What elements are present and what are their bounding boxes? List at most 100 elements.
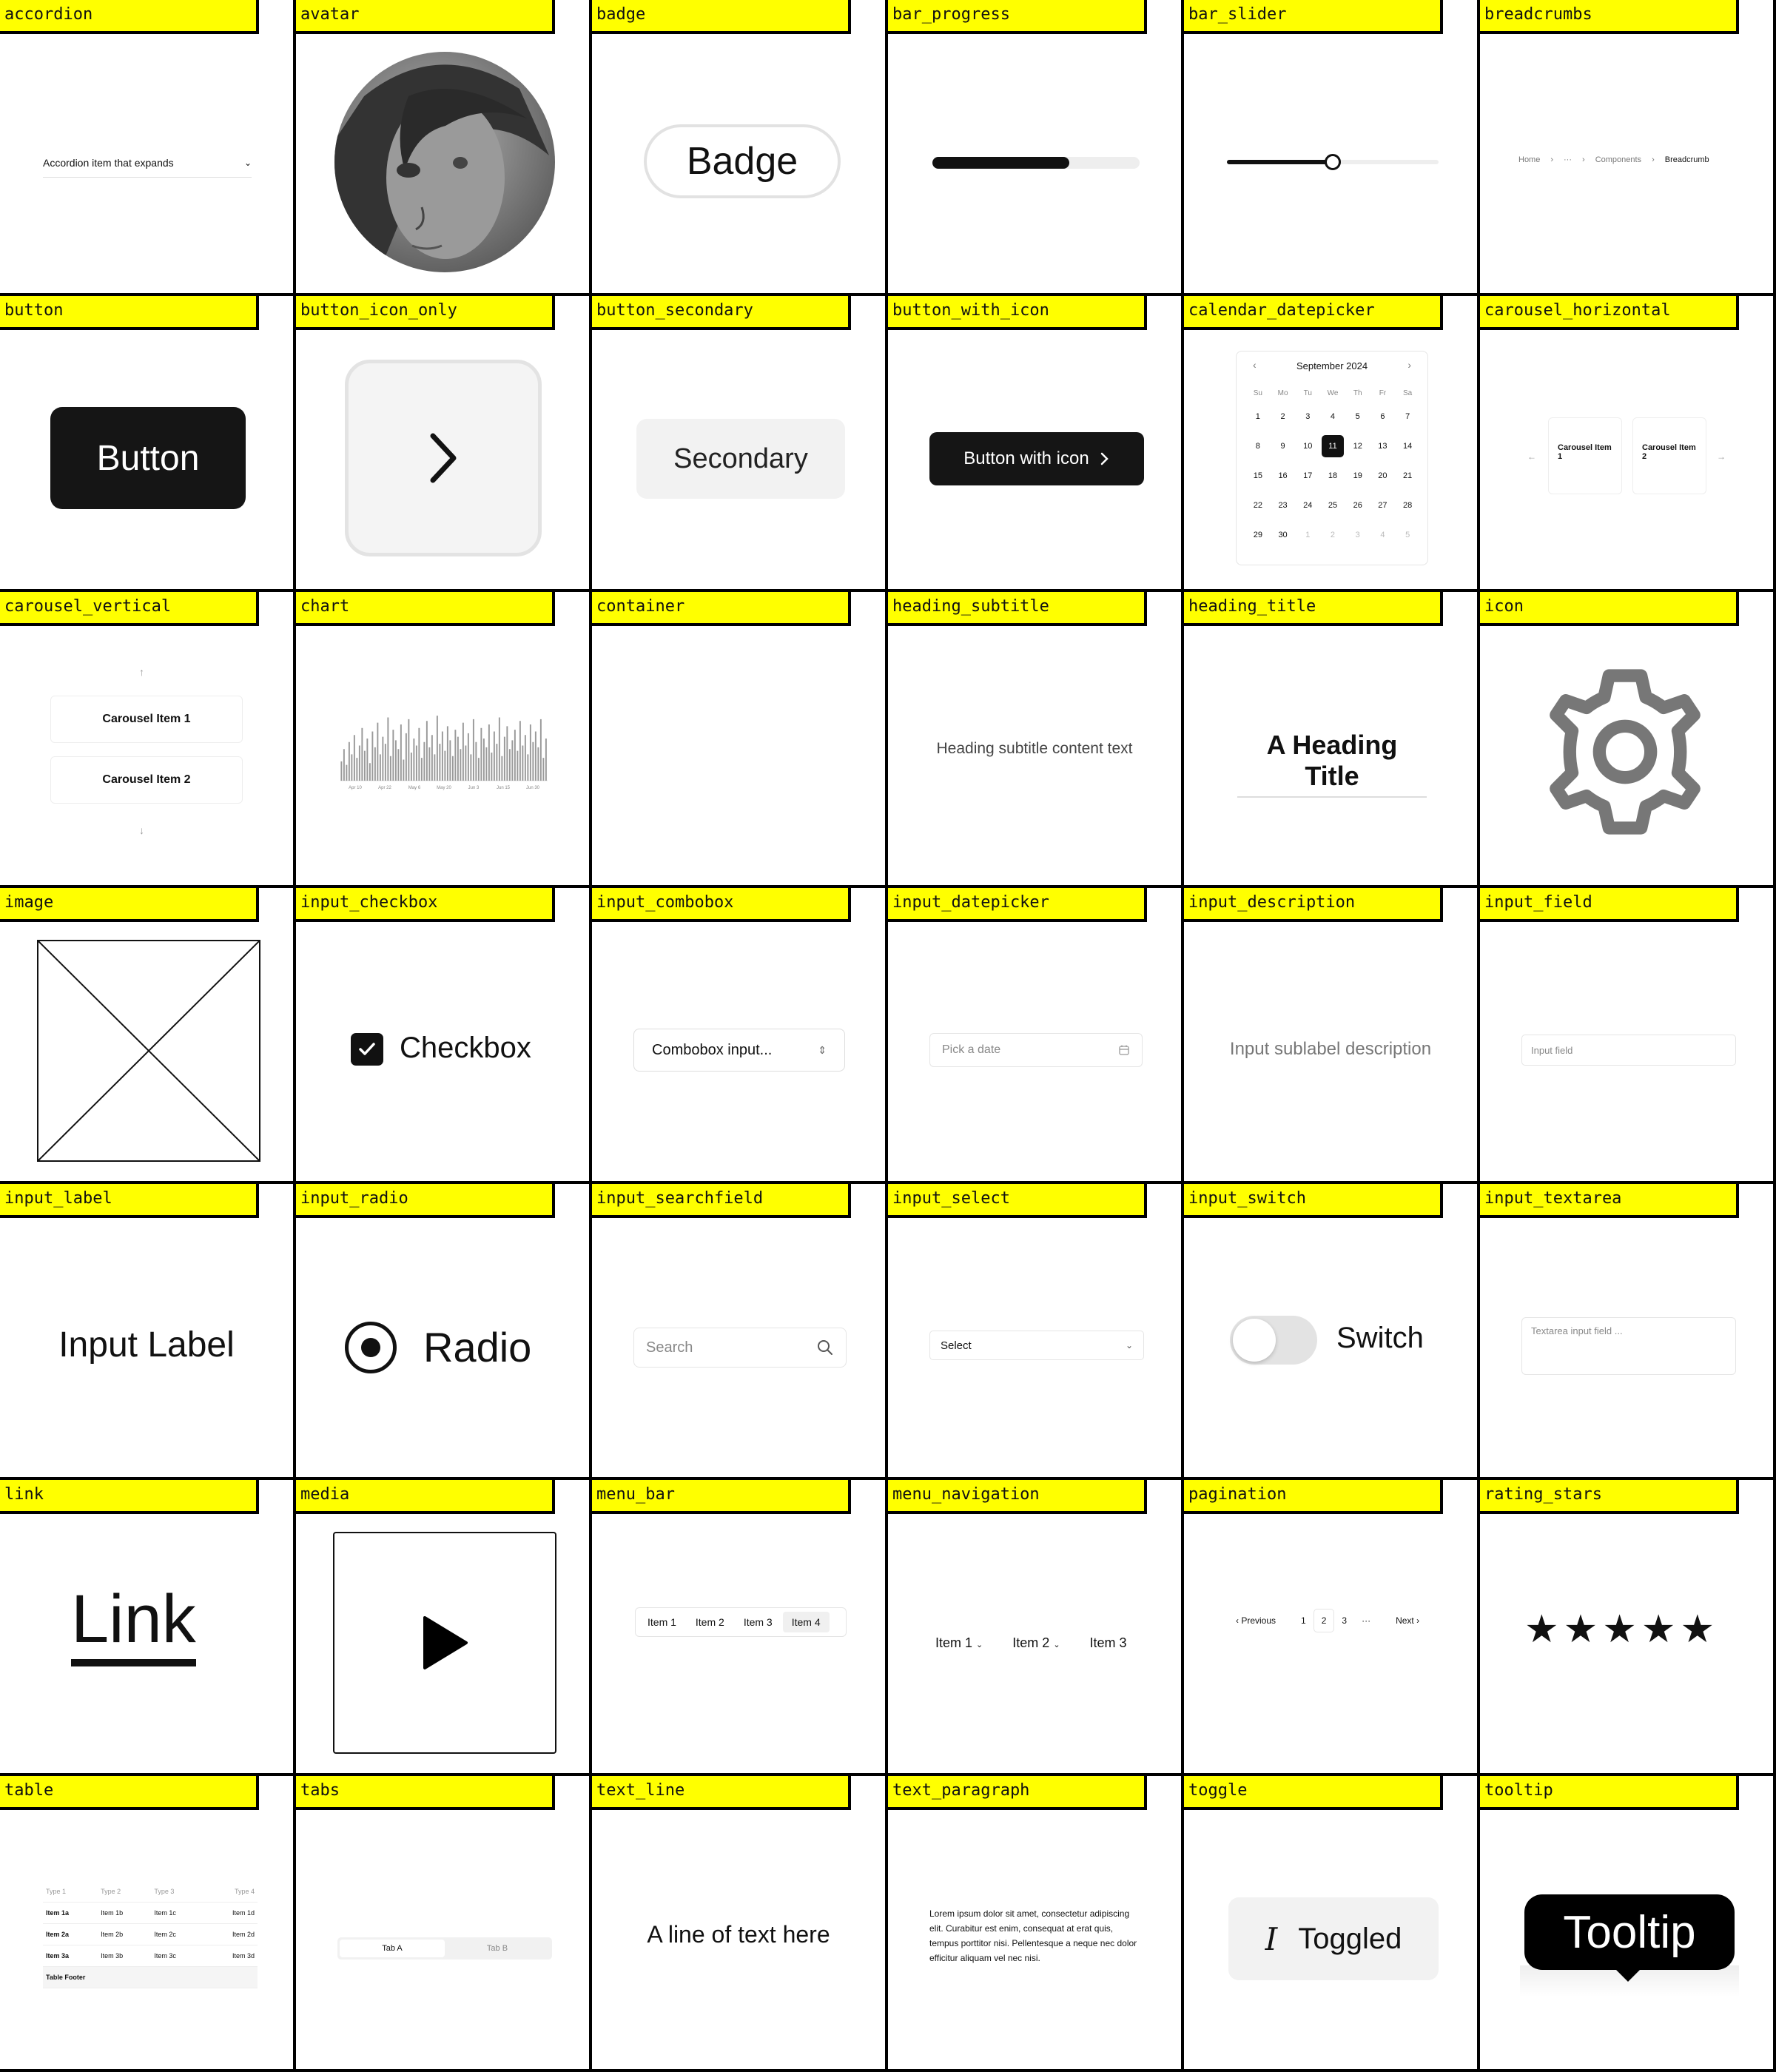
text-input[interactable]: Input field [1521, 1035, 1736, 1066]
calendar-day[interactable]: 25 [1320, 491, 1345, 520]
radio-button[interactable] [345, 1322, 397, 1373]
calendar-day[interactable]: 16 [1271, 461, 1296, 491]
calendar-day[interactable]: 20 [1370, 461, 1396, 491]
breadcrumb-ellipsis[interactable]: ··· [1564, 155, 1572, 164]
calendar-day[interactable]: 18 [1320, 461, 1345, 491]
page-link[interactable]: 3 [1334, 1610, 1354, 1632]
calendar-day[interactable]: 10 [1295, 431, 1320, 461]
calendar-day-outside[interactable]: 1 [1295, 520, 1320, 550]
avatar[interactable] [334, 52, 555, 272]
calendar-day[interactable]: 2 [1271, 402, 1296, 431]
chart-bar [348, 741, 350, 781]
calendar-day-selected[interactable]: 11 [1320, 431, 1345, 461]
calendar-day[interactable]: 5 [1345, 402, 1370, 431]
arrow-up-icon[interactable]: ↑ [139, 666, 144, 678]
nav-item[interactable]: Item 3 [1090, 1635, 1127, 1651]
accordion-item[interactable]: Accordion item that expands ⌄ [43, 148, 252, 178]
calendar-day[interactable]: 26 [1345, 491, 1370, 520]
calendar-day[interactable]: 24 [1295, 491, 1320, 520]
calendar-day[interactable]: 15 [1245, 461, 1271, 491]
menu-bar-item[interactable]: Item 3 [735, 1612, 781, 1632]
menu-bar-item[interactable]: Item 2 [687, 1612, 733, 1632]
primary-button[interactable]: Button [50, 407, 246, 509]
calendar-day-outside[interactable]: 2 [1320, 520, 1345, 550]
arrow-down-icon[interactable]: ↓ [139, 824, 144, 836]
menu-bar-item[interactable]: Item 1 [639, 1612, 685, 1632]
calendar-day[interactable]: 22 [1245, 491, 1271, 520]
calendar-day-outside[interactable]: 4 [1370, 520, 1396, 550]
slider-handle[interactable] [1325, 154, 1341, 170]
menu-bar-item-active[interactable]: Item 4 [782, 1612, 830, 1632]
calendar-day[interactable]: 6 [1370, 402, 1396, 431]
calendar-day[interactable]: 7 [1395, 402, 1420, 431]
page-link[interactable]: 1 [1294, 1610, 1314, 1632]
tab-b[interactable]: Tab B [445, 1940, 550, 1957]
carousel-item[interactable]: Carousel Item 2 [1632, 417, 1706, 494]
calendar-day[interactable]: 9 [1271, 431, 1296, 461]
play-icon[interactable] [419, 1613, 471, 1672]
calendar-day[interactable]: 3 [1295, 402, 1320, 431]
star-icon[interactable]: ★ [1602, 1608, 1641, 1651]
calendar-day[interactable]: 23 [1271, 491, 1296, 520]
chevron-right-icon[interactable]: › [1407, 359, 1411, 371]
table-cell: Item 3b [98, 1945, 152, 1967]
switch[interactable] [1230, 1316, 1317, 1365]
table-cell: Item 2c [151, 1923, 204, 1945]
calendar-day[interactable]: 8 [1245, 431, 1271, 461]
calendar-day[interactable]: 27 [1370, 491, 1396, 520]
calendar-day[interactable]: 30 [1271, 520, 1296, 550]
cell-tag: input_checkbox [296, 888, 555, 922]
calendar-day[interactable]: 14 [1395, 431, 1420, 461]
nav-item[interactable]: Item 1 ⌄ [935, 1635, 983, 1651]
cell-tag: bar_slider [1184, 0, 1443, 34]
breadcrumb-home[interactable]: Home [1518, 155, 1540, 164]
star-icon[interactable]: ★ [1641, 1608, 1681, 1651]
nav-item[interactable]: Item 2 ⌄ [1012, 1635, 1060, 1651]
combobox[interactable]: Combobox input... ⇕ [633, 1029, 845, 1072]
cell-tag: pagination [1184, 1480, 1443, 1514]
star-icon[interactable]: ★ [1524, 1608, 1564, 1651]
chart-bar [449, 740, 451, 781]
link[interactable]: Link [71, 1584, 196, 1666]
arrow-right-icon[interactable]: → [1717, 451, 1726, 462]
star-icon[interactable]: ★ [1681, 1608, 1720, 1651]
star-rating[interactable]: ★★★★★ [1524, 1607, 1719, 1652]
pagination-next[interactable]: Next › [1388, 1610, 1427, 1632]
calendar-day[interactable]: 12 [1345, 431, 1370, 461]
cell-tag: input_combobox [592, 888, 851, 922]
page-link-current[interactable]: 2 [1313, 1609, 1335, 1632]
calendar-day[interactable]: 17 [1295, 461, 1320, 491]
calendar-day[interactable]: 21 [1395, 461, 1420, 491]
calendar-day-outside[interactable]: 3 [1345, 520, 1370, 550]
cell-tag: tabs [296, 1776, 555, 1810]
arrow-left-icon[interactable]: ← [1527, 451, 1536, 462]
calendar-day[interactable]: 29 [1245, 520, 1271, 550]
carousel-item[interactable]: Carousel Item 1 [1548, 417, 1622, 494]
media-player[interactable] [333, 1532, 556, 1754]
breadcrumb-components[interactable]: Components [1595, 155, 1641, 164]
calendar-day[interactable]: 28 [1395, 491, 1420, 520]
icon-only-button[interactable] [345, 360, 542, 556]
select[interactable]: Select ⌄ [929, 1331, 1144, 1360]
carousel-item[interactable]: Carousel Item 1 [50, 696, 243, 743]
secondary-button[interactable]: Secondary [636, 419, 845, 499]
pagination-previous[interactable]: ‹ Previous [1228, 1610, 1283, 1632]
search-input[interactable]: Search [633, 1328, 847, 1368]
calendar-day[interactable]: 4 [1320, 402, 1345, 431]
tab-a[interactable]: Tab A [340, 1940, 445, 1957]
button-with-icon[interactable]: Button with icon [929, 432, 1144, 485]
star-icon[interactable]: ★ [1564, 1608, 1603, 1651]
cell-image: image [0, 888, 293, 1181]
calendar-day-outside[interactable]: 5 [1395, 520, 1420, 550]
carousel-item[interactable]: Carousel Item 2 [50, 756, 243, 804]
date-input[interactable]: Pick a date [929, 1033, 1143, 1067]
toggle-button[interactable]: I Toggled [1228, 1897, 1439, 1980]
cell-accordion: accordion Accordion item that expands ⌄ [0, 0, 293, 293]
calendar-day[interactable]: 13 [1370, 431, 1396, 461]
cell-toggle: toggle I Toggled [1184, 1776, 1477, 2069]
checkbox[interactable] [351, 1033, 383, 1066]
textarea[interactable]: Textarea input field ... [1521, 1317, 1736, 1375]
calendar-day[interactable]: 1 [1245, 402, 1271, 431]
chart-bar [379, 754, 381, 781]
calendar-day[interactable]: 19 [1345, 461, 1370, 491]
